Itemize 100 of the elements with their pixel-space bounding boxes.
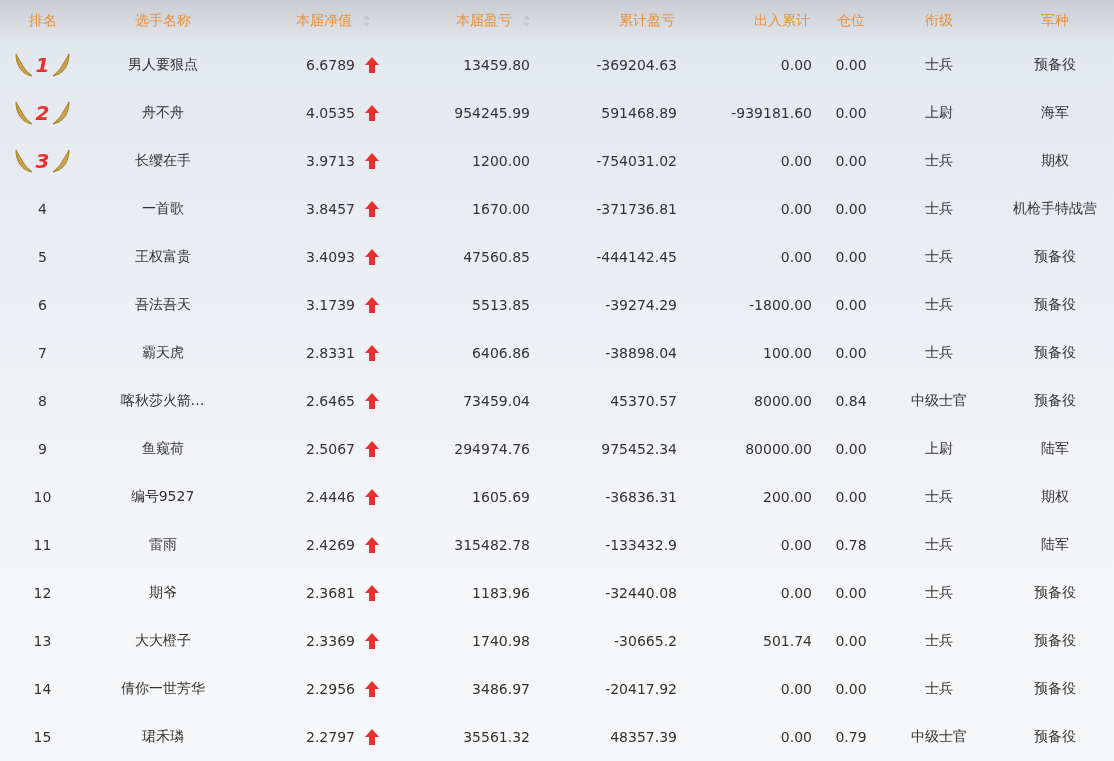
- player-name: 长缨在手: [134, 152, 191, 170]
- cash-flow: 0.00: [780, 681, 812, 697]
- cash-flow: 200.00: [763, 489, 812, 505]
- total-profit: -371736.81: [596, 201, 677, 217]
- column-header[interactable]: 本届盈亏: [456, 11, 531, 30]
- rank-title: 上尉: [924, 104, 953, 122]
- column-header: 军种: [1040, 11, 1069, 30]
- net-value: 2.3369: [306, 633, 355, 649]
- service-branch: 期权: [1040, 152, 1069, 170]
- column-header[interactable]: 本届净值: [296, 11, 371, 30]
- wing-icon: [51, 52, 72, 78]
- position-value: 0.79: [835, 729, 867, 745]
- total-profit: -38898.04: [605, 345, 677, 361]
- rank-number: 11: [33, 537, 52, 553]
- net-value: 4.0535: [306, 105, 355, 121]
- cash-flow: -939181.60: [731, 105, 812, 121]
- service-branch: 预备役: [1033, 680, 1076, 698]
- net-value: 2.2797: [306, 729, 355, 745]
- player-name: 期爷: [148, 584, 177, 602]
- period-profit: 35561.32: [463, 729, 530, 745]
- player-name: 一首歌: [141, 200, 184, 218]
- period-profit: 1605.69: [472, 489, 530, 505]
- service-branch: 预备役: [1033, 248, 1076, 266]
- rank-number: 1: [35, 53, 50, 77]
- net-value: 2.8331: [306, 345, 355, 361]
- column-header: 选手名称: [134, 11, 191, 30]
- period-profit: 5513.85: [472, 297, 530, 313]
- service-branch: 预备役: [1033, 344, 1076, 362]
- position-value: 0.00: [835, 57, 867, 73]
- column-header: 排名: [28, 11, 57, 30]
- position-value: 0.00: [835, 201, 867, 217]
- total-profit: 975452.34: [601, 441, 677, 457]
- total-profit: 48357.39: [610, 729, 677, 745]
- position-value: 0.00: [835, 345, 867, 361]
- period-profit: 954245.99: [454, 105, 530, 121]
- rank-title: 士兵: [924, 200, 953, 218]
- column-header: 仓位: [837, 11, 865, 30]
- position-value: 0.00: [835, 441, 867, 457]
- total-profit: -754031.02: [596, 153, 677, 169]
- cash-flow: 501.74: [763, 633, 812, 649]
- period-profit: 6406.86: [472, 345, 530, 361]
- service-branch: 陆军: [1040, 440, 1069, 458]
- service-branch: 海军: [1040, 104, 1069, 122]
- rank-title: 中级士官: [910, 728, 967, 746]
- rank-title: 中级士官: [910, 392, 967, 410]
- period-profit: 73459.04: [463, 393, 530, 409]
- cash-flow: 0.00: [780, 537, 812, 553]
- wing-icon: [13, 148, 34, 174]
- rank-number: 8: [38, 393, 47, 409]
- net-value: 2.3681: [306, 585, 355, 601]
- player-name: 男人要狠点: [127, 56, 198, 74]
- cash-flow: 100.00: [763, 345, 812, 361]
- total-profit: -30665.2: [614, 633, 677, 649]
- rank-title: 士兵: [924, 296, 953, 314]
- column-header: 出入累计: [754, 11, 810, 30]
- column-header: 衔级: [924, 11, 953, 30]
- player-name: 吾法吾天: [134, 296, 191, 314]
- service-branch: 期权: [1040, 488, 1069, 506]
- cash-flow: 0.00: [780, 585, 812, 601]
- position-value: 0.00: [835, 489, 867, 505]
- service-branch: 预备役: [1033, 584, 1076, 602]
- player-name: 霸天虎: [141, 344, 184, 362]
- rank-title: 士兵: [924, 632, 953, 650]
- rank-number: 3: [35, 149, 50, 173]
- service-branch: 预备役: [1033, 632, 1076, 650]
- period-profit: 294974.76: [454, 441, 530, 457]
- position-value: 0.00: [835, 585, 867, 601]
- rank-number: 13: [33, 633, 52, 649]
- player-name: 倩你一世芳华: [120, 680, 205, 698]
- rank-title: 士兵: [924, 488, 953, 506]
- position-value: 0.84: [835, 393, 867, 409]
- total-profit: -133432.9: [605, 537, 677, 553]
- player-name: 王权富贵: [134, 248, 191, 266]
- rank-number: 10: [33, 489, 52, 505]
- player-name: 珺禾璘: [141, 728, 184, 746]
- total-profit: -369204.63: [596, 57, 677, 73]
- rank-number: 5: [38, 249, 47, 265]
- player-name: 舟不舟: [141, 104, 184, 122]
- service-branch: 预备役: [1033, 728, 1076, 746]
- player-name: 鱼窥荷: [141, 440, 184, 458]
- position-value: 0.00: [835, 105, 867, 121]
- net-value: 3.9713: [306, 153, 355, 169]
- net-value: 3.1739: [306, 297, 355, 313]
- cash-flow: 0.00: [780, 729, 812, 745]
- rank-title: 士兵: [924, 536, 953, 554]
- period-profit: 3486.97: [472, 681, 530, 697]
- period-profit: 1183.96: [472, 585, 530, 601]
- position-value: 0.00: [835, 297, 867, 313]
- service-branch: 预备役: [1033, 56, 1076, 74]
- wing-icon: [51, 100, 72, 126]
- rank-number: 4: [38, 201, 47, 217]
- period-profit: 315482.78: [454, 537, 530, 553]
- wing-icon: [13, 52, 34, 78]
- total-profit: -36836.31: [605, 489, 677, 505]
- period-profit: 1670.00: [472, 201, 530, 217]
- rank-number: 14: [33, 681, 52, 697]
- net-value: 2.6465: [306, 393, 355, 409]
- service-branch: 预备役: [1033, 392, 1076, 410]
- net-value: 2.2956: [306, 681, 355, 697]
- cash-flow: 0.00: [780, 249, 812, 265]
